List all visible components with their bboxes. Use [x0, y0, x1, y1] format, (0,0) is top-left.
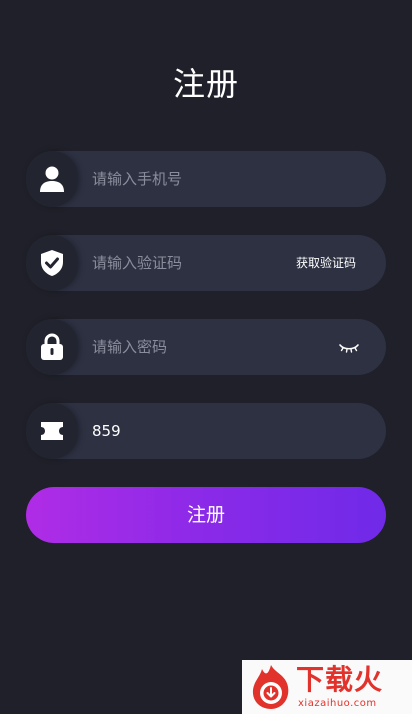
watermark: 下载火 xiazaihuo.com — [242, 660, 412, 714]
invite-input[interactable] — [92, 403, 292, 459]
password-visibility-toggle[interactable] — [338, 337, 360, 357]
watermark-brand: 下载火 — [296, 663, 384, 696]
watermark-domain: xiazaihuo.com — [298, 698, 377, 709]
user-icon — [40, 166, 64, 192]
get-code-button[interactable]: 获取验证码 — [296, 235, 356, 291]
code-field[interactable]: 获取验证码 — [26, 235, 386, 291]
invite-field-icon-circle — [26, 403, 78, 459]
shield-check-icon — [41, 250, 63, 276]
eye-closed-icon — [339, 344, 359, 353]
phone-field-icon-circle — [26, 151, 78, 207]
lock-icon — [41, 333, 63, 360]
code-field-icon-circle — [26, 235, 78, 291]
page-title: 注册 — [172, 65, 239, 103]
code-input[interactable] — [92, 235, 292, 291]
ticket-icon — [41, 422, 63, 440]
phone-input[interactable] — [92, 151, 292, 207]
invite-field[interactable] — [26, 403, 386, 459]
register-button[interactable]: 注册 — [26, 487, 386, 543]
phone-field[interactable] — [26, 151, 386, 207]
password-field-icon-circle — [26, 319, 78, 375]
flame-logo-icon — [252, 665, 289, 709]
password-field[interactable] — [26, 319, 386, 375]
password-input[interactable] — [92, 319, 292, 375]
